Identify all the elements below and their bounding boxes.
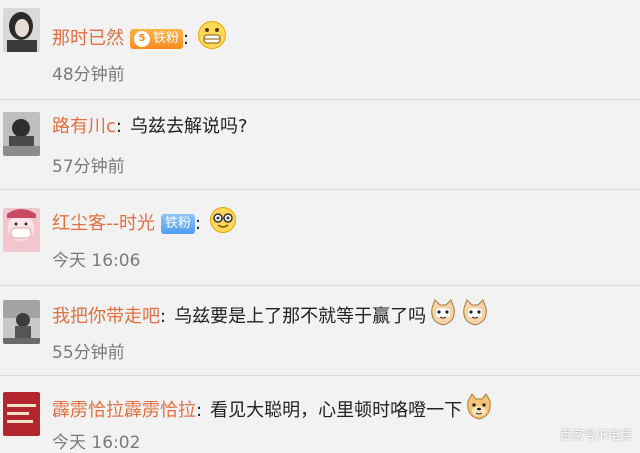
avatar[interactable]: [3, 208, 40, 252]
username-link[interactable]: 霹雳恰拉霹雳恰拉: [52, 399, 196, 423]
cat-face-icon: [428, 298, 458, 335]
comment-list: 那时已然 5 铁粉 : 48分钟前 路有川c: 乌兹去解说吗? 57分钟前 红…: [0, 0, 640, 453]
grinning-face-icon: [197, 20, 227, 57]
fan-level: 5: [134, 30, 150, 47]
watermark: 百家号/R电竞: [559, 428, 632, 442]
nerd-face-icon: [209, 206, 237, 241]
comment-time: 57分钟前: [52, 157, 125, 177]
username-link[interactable]: 路有川c: [52, 115, 116, 139]
username-link[interactable]: 那时已然: [52, 27, 124, 51]
doge-face-icon: [464, 392, 494, 429]
fan-badge[interactable]: 铁粉: [161, 213, 196, 234]
comment-time: 55分钟前: [52, 343, 125, 363]
fan-badge[interactable]: 5 铁粉: [130, 28, 184, 49]
avatar[interactable]: [3, 300, 40, 344]
comment-item: 霹雳恰拉霹雳恰拉 : 看见大聪明，心里顿时咯噔一下 今天 16:02: [0, 376, 640, 453]
comment-item: 路有川c : 乌兹去解说吗? 57分钟前: [0, 100, 640, 190]
comment-time: 今天 16:06: [52, 251, 141, 271]
comment-time: 今天 16:02: [52, 433, 141, 453]
username-link[interactable]: 红尘客--时光: [52, 212, 155, 236]
avatar[interactable]: [3, 392, 40, 436]
comment-text: 看见大聪明，心里顿时咯噔一下: [210, 399, 463, 421]
comment-item: 我把你带走吧 : 乌兹要是上了那不就等于赢了吗 55分钟前: [0, 286, 640, 376]
colon: :: [196, 399, 203, 421]
fan-badge-label: 铁粉: [153, 30, 180, 46]
cat-face-icon: [460, 298, 490, 335]
comment-item: 红尘客--时光 铁粉 : 今天 16:06: [0, 190, 640, 286]
fan-badge-label: 铁粉: [165, 215, 192, 231]
comment-text: 乌兹去解说吗?: [129, 116, 248, 137]
colon: :: [115, 116, 122, 137]
comment-time: 48分钟前: [52, 65, 125, 85]
username-link[interactable]: 我把你带走吧: [52, 305, 160, 329]
colon: :: [160, 305, 167, 327]
comment-item: 那时已然 5 铁粉 : 48分钟前: [0, 0, 640, 100]
avatar[interactable]: [3, 8, 40, 52]
colon: :: [195, 212, 202, 234]
comment-text: 乌兹要是上了那不就等于赢了吗: [174, 305, 427, 327]
avatar[interactable]: [3, 112, 40, 156]
colon: :: [183, 27, 190, 49]
